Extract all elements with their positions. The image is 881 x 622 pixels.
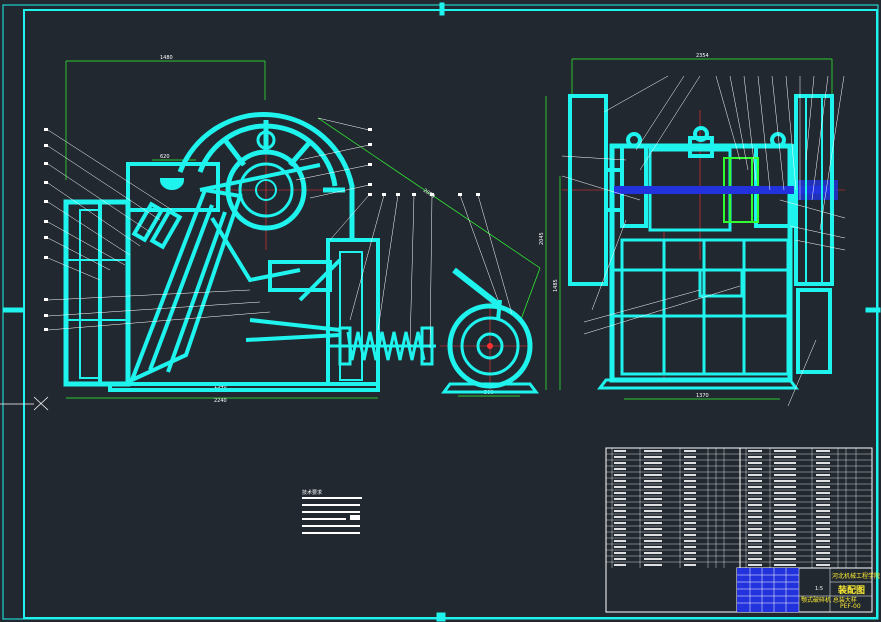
cad-drawing-canvas: 1480 620 1340 2240 2050 500 2354 2045 14… (0, 2, 881, 622)
dim-side-left-a: 2045 (539, 232, 545, 245)
dim-front-inner: 620 (160, 154, 170, 160)
dim-side-bottom: 1370 (696, 393, 709, 399)
company-name: 河北机械工程学院 (832, 572, 880, 580)
drawing-number: PEF-00 (840, 603, 861, 610)
front-view: 1480 620 1340 2240 2050 500 (44, 55, 541, 404)
drawing-scale: 1:5 (815, 586, 823, 592)
technical-notes: 技术要求 (302, 489, 362, 534)
drawing-title: 装配图 (837, 584, 865, 596)
side-view: 2354 2045 1485 1370 (539, 53, 846, 407)
dim-front-bottom-b: 2240 (214, 398, 227, 404)
dim-side-left-b: 1485 (553, 279, 559, 292)
notes-heading: 技术要求 (302, 489, 322, 496)
title-block: 河北机械工程学院 装配图 颚式破碎机 总装大样 PEF-00 1:5 (736, 567, 880, 613)
dim-front-top: 1480 (160, 55, 173, 61)
dim-side-top: 2354 (696, 53, 709, 59)
